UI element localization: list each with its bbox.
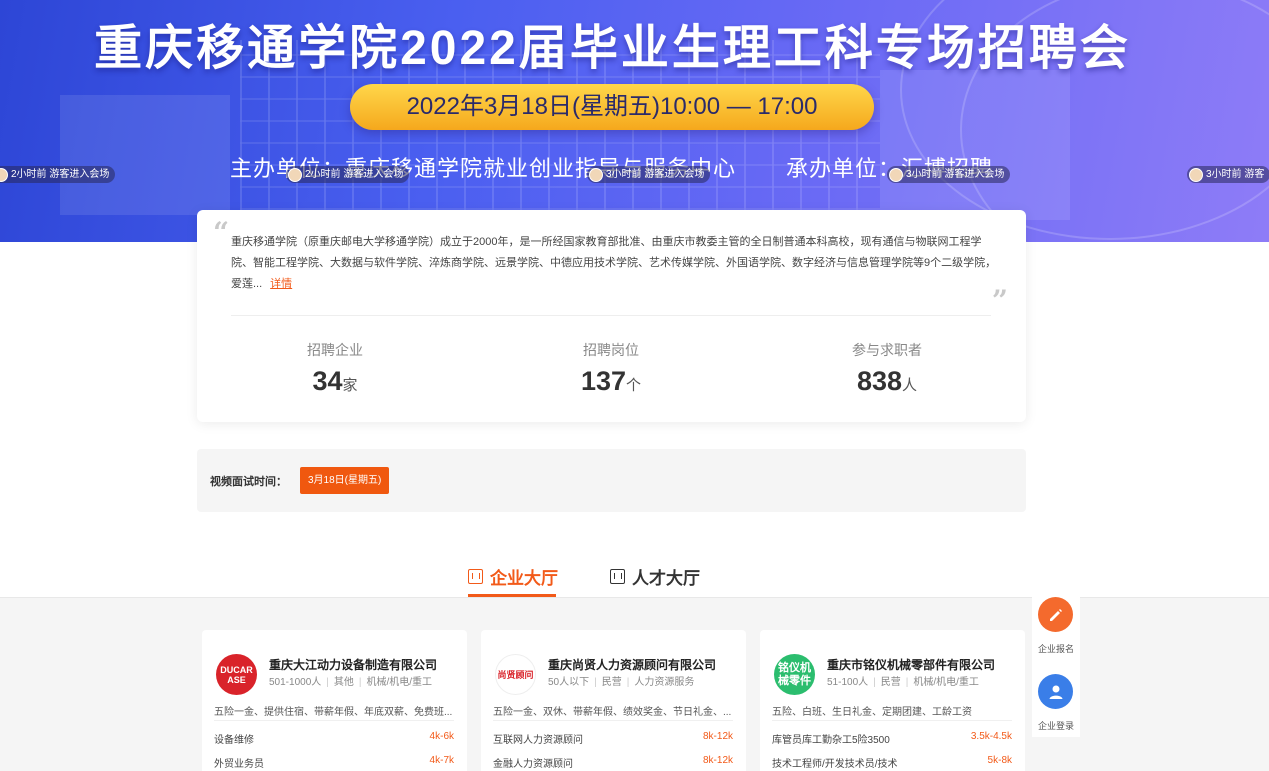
company-benefits: 五险一金、提供住宿、带薪年假、年底双薪、免费班... bbox=[214, 707, 453, 718]
school-intro-card: “ 重庆移通学院（原重庆邮电大学移通学院）成立于2000年，是一所经国家教育部批… bbox=[197, 210, 1026, 422]
company-benefits: 五险一金、双休、带薪年假、绩效奖金、节日礼金、... bbox=[493, 707, 732, 718]
job-item[interactable]: 互联网人力资源顾问 8k-12k bbox=[493, 731, 733, 746]
company-meta: 51-100人 | 民营 | 机械/机电/重工 bbox=[827, 677, 979, 688]
job-item[interactable]: 外贸业务员 4k-7k bbox=[214, 755, 454, 770]
stat-label: 招聘岗位 bbox=[583, 342, 639, 358]
page: 重庆移通学院2022届毕业生理工科专场招聘会 2022年3月18日(星期五)10… bbox=[0, 0, 1269, 771]
job-item[interactable]: 设备维修 4k-6k bbox=[214, 731, 454, 746]
company-meta: 50人以下 | 民营 | 人力资源服务 bbox=[548, 677, 695, 688]
company-name[interactable]: 重庆市铭仪机械零部件有限公司 bbox=[827, 656, 995, 673]
company-logo: DUCAR ASE bbox=[216, 654, 257, 695]
visitor-ticker: 2小时前 游客进入会场 bbox=[0, 166, 116, 183]
avatar bbox=[0, 167, 8, 182]
user-icon bbox=[1049, 685, 1062, 699]
briefcase-icon bbox=[610, 568, 625, 584]
company-signup-button[interactable] bbox=[1038, 597, 1073, 632]
details-link[interactable]: 详情 bbox=[270, 278, 292, 290]
side-float-panel: 企业报名 企业登录 bbox=[1032, 587, 1080, 737]
company-name[interactable]: 重庆尚贤人力资源顾问有限公司 bbox=[548, 656, 716, 673]
company-card[interactable]: 尚贤顾问 重庆尚贤人力资源顾问有限公司 50人以下 | 民营 | 人力资源服务 五险一金… bbox=[481, 630, 746, 771]
building-icon bbox=[468, 568, 483, 584]
divider bbox=[493, 720, 733, 721]
company-benefits: 五险、白班、生日礼金、定期团建、工龄工资 bbox=[772, 707, 972, 718]
company-card[interactable]: 铭仪机械零件 重庆市铭仪机械零部件有限公司 51-100人 | 民营 | 机械/机电/重… bbox=[760, 630, 1025, 771]
event-banner: 重庆移通学院2022届毕业生理工科专场招聘会 2022年3月18日(星期五)10… bbox=[0, 0, 1269, 242]
edit-icon bbox=[1049, 608, 1062, 621]
avatar bbox=[589, 167, 603, 182]
stat-label: 招聘企业 bbox=[307, 342, 363, 358]
stat-label: 参与求职者 bbox=[852, 342, 922, 358]
school-intro-text: 重庆移通学院（原重庆邮电大学移通学院）成立于2000年，是一所经国家教育部批准、… bbox=[231, 236, 997, 290]
stat-value: 137个 bbox=[580, 366, 642, 396]
stat-positions: 招聘岗位 137个 bbox=[511, 340, 711, 397]
stat-job-seekers: 参与求职者 838人 bbox=[787, 340, 987, 397]
event-date-badge: 2022年3月18日(星期五)10:00 — 17:00 bbox=[350, 84, 874, 130]
avatar bbox=[288, 167, 302, 182]
tab-company-hall[interactable]: 企业大厅 bbox=[468, 564, 558, 588]
avatar bbox=[889, 167, 903, 182]
avatar bbox=[1189, 167, 1203, 182]
event-title: 重庆移通学院2022届毕业生理工科专场招聘会 bbox=[94, 22, 1131, 75]
company-login-label[interactable]: 企业登录 bbox=[1032, 719, 1080, 732]
video-interview-bar: 视频面试时间： 3月18日(星期五) bbox=[197, 449, 1026, 512]
company-card[interactable]: DUCAR ASE 重庆大江动力设备制造有限公司 501-1000人 | 其他 | 机械… bbox=[202, 630, 467, 771]
company-meta: 501-1000人 | 其他 | 机械/机电/重工 bbox=[269, 677, 433, 688]
job-item[interactable]: 金融人力资源顾问 8k-12k bbox=[493, 755, 733, 770]
visitor-ticker: 3小时前 游客 bbox=[1187, 166, 1269, 183]
quote-open-icon: “ bbox=[213, 216, 230, 249]
banner-building-left bbox=[60, 95, 230, 215]
company-logo: 尚贤顾问 bbox=[495, 654, 536, 695]
quote-close-icon: ” bbox=[991, 284, 1008, 317]
visitor-ticker: 3小时前 游客进入会场 bbox=[587, 166, 711, 183]
stat-companies: 招聘企业 34家 bbox=[235, 340, 435, 397]
job-item[interactable]: 技术工程师/开发技术员/技术 5k-8k bbox=[772, 755, 1012, 770]
job-item[interactable]: 库管员库工勤杂工5险3500 3.5k-4.5k bbox=[772, 731, 1012, 746]
stat-value: 34家 bbox=[312, 366, 358, 396]
company-signup-label[interactable]: 企业报名 bbox=[1032, 642, 1080, 655]
visitor-ticker: 3小时前 游客进入会场 bbox=[887, 166, 1011, 183]
divider bbox=[214, 720, 454, 721]
video-interview-label: 视频面试时间： bbox=[210, 476, 287, 488]
video-interview-date-button[interactable]: 3月18日(星期五) bbox=[300, 467, 390, 494]
company-logo: 铭仪机械零件 bbox=[774, 654, 815, 695]
company-name[interactable]: 重庆大江动力设备制造有限公司 bbox=[269, 656, 437, 673]
divider bbox=[772, 720, 1012, 721]
divider bbox=[231, 315, 991, 316]
stat-value: 838人 bbox=[856, 366, 918, 396]
active-tab-indicator bbox=[468, 594, 556, 597]
visitor-ticker: 2小时前 游客进入会场 bbox=[286, 166, 410, 183]
tab-talent-hall[interactable]: 人才大厅 bbox=[610, 564, 700, 588]
company-login-button[interactable] bbox=[1038, 674, 1073, 709]
